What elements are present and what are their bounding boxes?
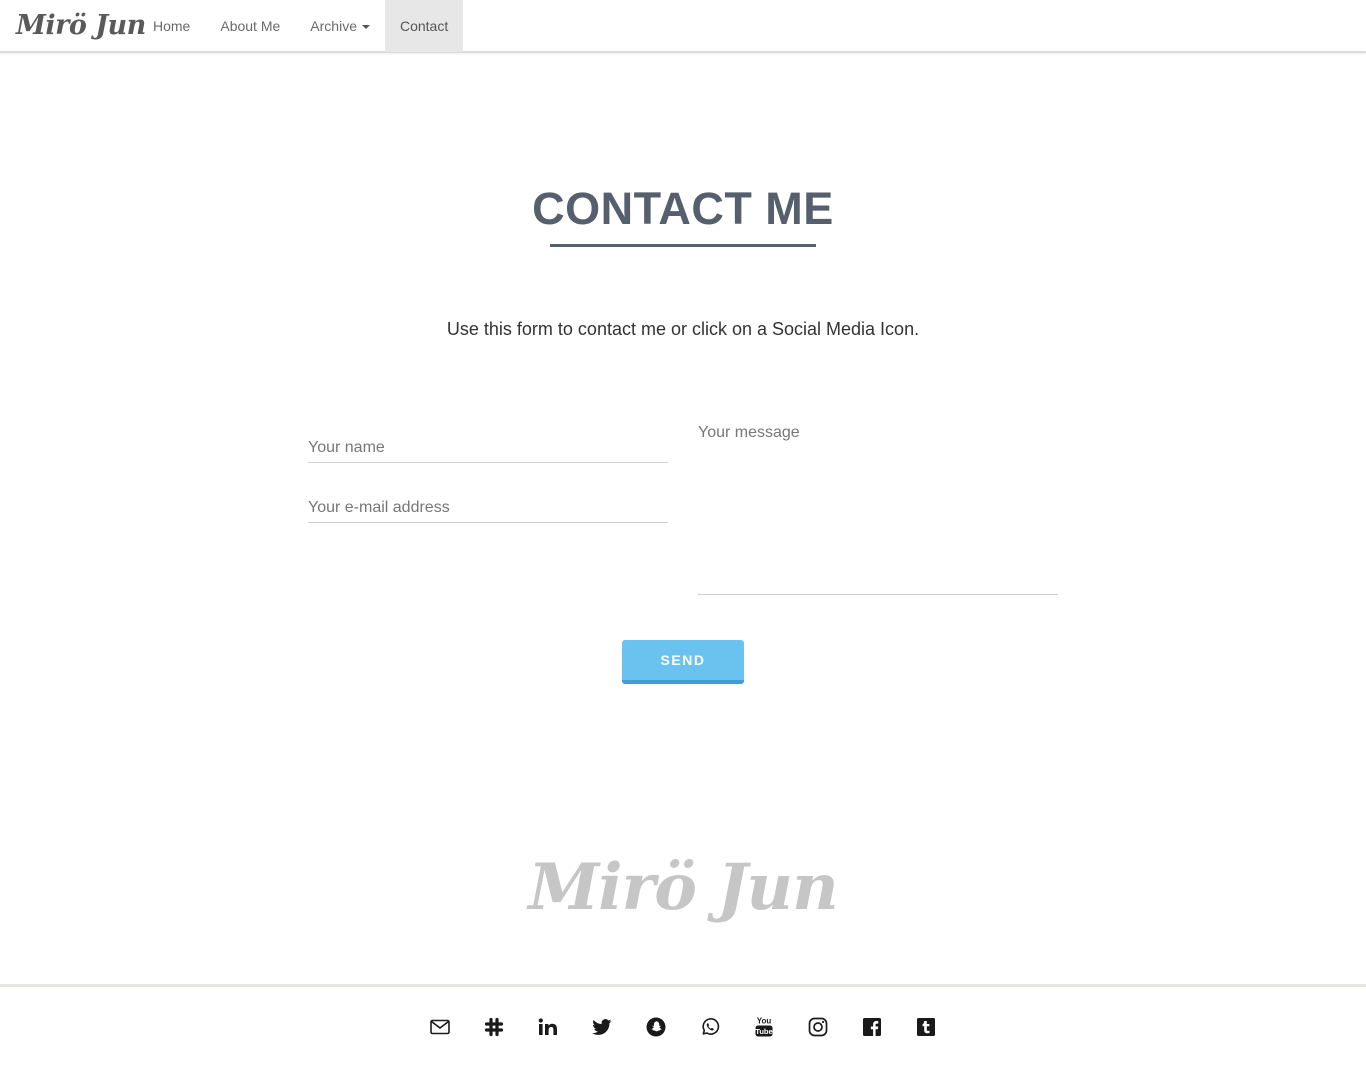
instagram-icon[interactable] (808, 1012, 828, 1042)
linkedin-icon[interactable] (538, 1012, 558, 1042)
whatsapp-icon[interactable] (700, 1012, 720, 1042)
email-input[interactable] (308, 485, 668, 523)
facebook-icon[interactable] (862, 1012, 882, 1042)
nav-item-contact[interactable]: Contact (384, 0, 464, 52)
footer-logo: Mirö Jun (528, 850, 838, 925)
intro-text: Use this form to contact me or click on … (446, 319, 920, 339)
page-title: CONTACT ME (532, 183, 834, 234)
nav-item-about-me[interactable]: About Me (205, 0, 295, 52)
title-underline (550, 244, 816, 247)
nav-item-label: Archive (310, 18, 357, 34)
svg-text:You: You (757, 1017, 772, 1026)
caret-down-icon (361, 25, 370, 29)
footer-divider (0, 984, 1366, 987)
send-button[interactable]: SEND (622, 640, 744, 684)
top-navbar: Mirö Jun Home About Me Archive Contact (0, 0, 1366, 53)
slack-icon[interactable] (484, 1012, 504, 1042)
snapchat-icon[interactable] (646, 1012, 666, 1042)
nav-item-archive-dropdown[interactable]: Archive (295, 0, 385, 52)
main-nav: Home About Me Archive Contact (138, 0, 464, 52)
brand-logo[interactable]: Mirö Jun (16, 8, 146, 44)
nav-item-label: Contact (399, 18, 449, 34)
tumblr-icon[interactable] (916, 1012, 936, 1042)
youtube-icon[interactable]: You Tube (754, 1012, 774, 1042)
nav-item-label: About Me (220, 18, 281, 34)
name-input[interactable] (308, 425, 668, 463)
twitter-icon[interactable] (592, 1012, 612, 1042)
svg-text:Tube: Tube (755, 1027, 772, 1036)
envelope-icon[interactable] (430, 1012, 450, 1042)
message-textarea[interactable] (698, 423, 1058, 595)
nav-item-label: Home (153, 18, 191, 34)
social-icons: You Tube (0, 1012, 1366, 1042)
nav-item-home[interactable]: Home (138, 0, 205, 52)
